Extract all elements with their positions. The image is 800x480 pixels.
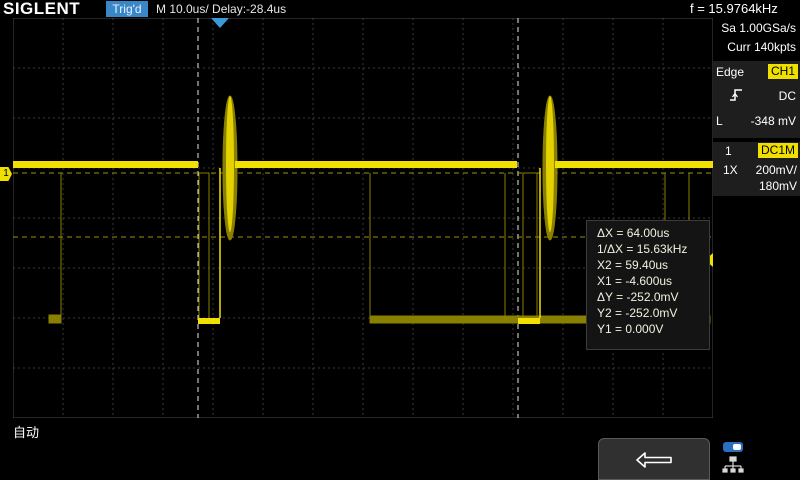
channel-number: 1 <box>725 144 732 158</box>
trigger-level-prefix: L <box>716 114 723 128</box>
cursor-readout-panel: ΔX = 64.00us 1/ΔX = 15.63kHz X2 = 59.40u… <box>586 220 710 350</box>
back-button[interactable] <box>598 438 710 480</box>
trigger-delay: Delay:-28.4us <box>212 2 287 16</box>
channel-coupling: DC1M <box>757 143 798 158</box>
frequency-counter: f = 15.9764kHz <box>690 1 778 16</box>
timebase-readout[interactable]: M 10.0us/ Delay:-28.4us <box>156 1 286 17</box>
sample-rate: Sa 1.00GSa/s <box>721 21 796 35</box>
trigger-source: CH1 <box>767 64 798 79</box>
probe-ratio: 1X <box>723 163 738 177</box>
vertical-offset: 180mV <box>758 179 797 193</box>
trigger-type: Edge <box>716 65 745 79</box>
rising-edge-icon <box>730 89 742 101</box>
trigger-coupling: DC <box>778 89 796 103</box>
channel-1-marker[interactable]: 1 <box>0 167 12 181</box>
inverse-delta-x: 1/ΔX = 15.63kHz <box>597 242 688 256</box>
timebase-scale: M 10.0us/ <box>156 2 209 16</box>
cursor-y1-value: Y1 = 0.000V <box>597 322 664 336</box>
channel-1-panel[interactable]: 1 DC1M 1X 200mV/ 180mV <box>713 142 800 196</box>
brand-logo: SIGLENT <box>3 0 81 18</box>
trigger-mode-label: 自动 <box>13 425 40 440</box>
trigger-level: -348 mV <box>750 114 796 128</box>
network-icon[interactable] <box>720 440 746 476</box>
acquisition-panel[interactable]: Sa 1.00GSa/s Curr 140kpts <box>713 18 800 58</box>
memory-depth: Curr 140kpts <box>727 40 796 54</box>
back-arrow-icon <box>636 452 672 468</box>
waveform-display[interactable] <box>13 18 713 418</box>
cursor-y2-value: Y2 = -252.0mV <box>597 306 678 320</box>
trigger-status-badge[interactable]: Trig'd <box>106 1 148 17</box>
vertical-scale: 200mV/ <box>755 163 797 177</box>
delta-y: ΔY = -252.0mV <box>597 290 679 304</box>
trigger-panel[interactable]: Edge CH1 DC L -348 mV <box>713 61 800 138</box>
cursor-x1-value: X1 = -4.600us <box>597 274 673 288</box>
cursor-x2-value: X2 = 59.40us <box>597 258 669 272</box>
delta-x: ΔX = 64.00us <box>597 226 670 240</box>
